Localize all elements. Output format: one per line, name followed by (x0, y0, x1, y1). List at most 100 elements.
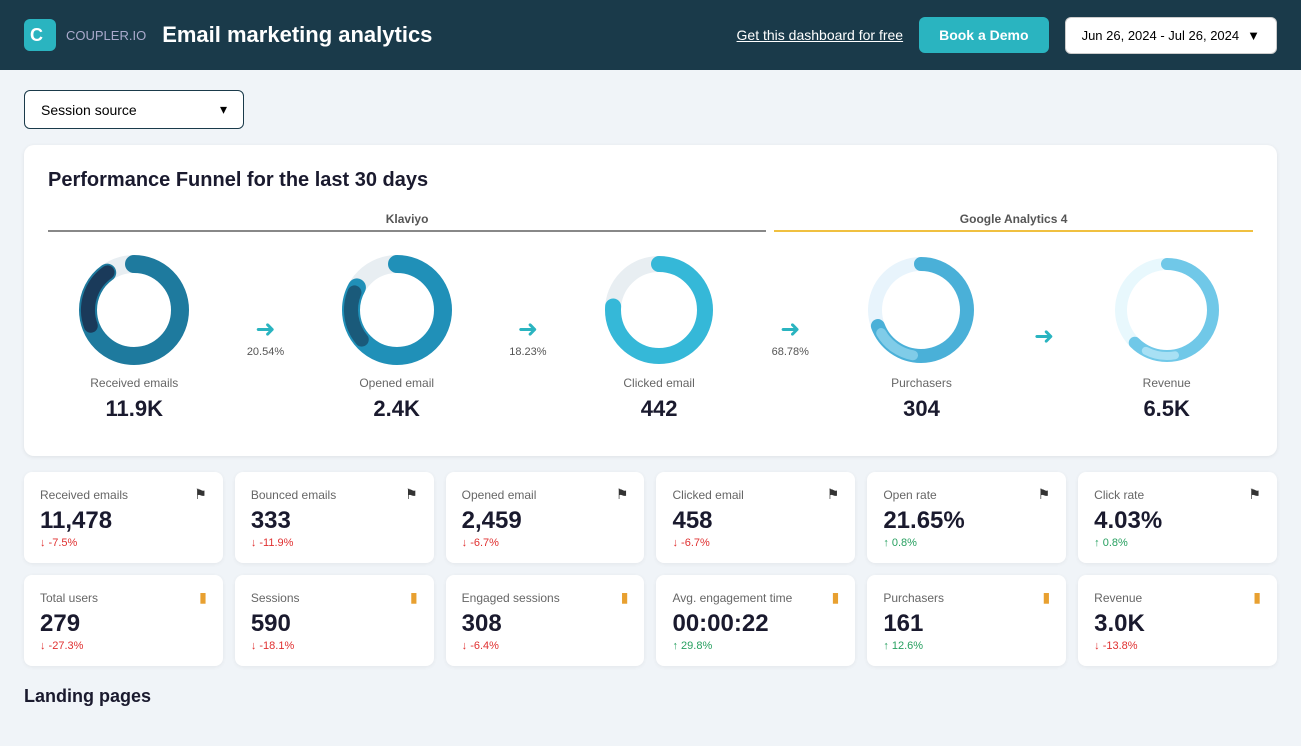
funnel-item-purchasers: Purchasers 304 (861, 250, 981, 422)
metric-header-4: Purchasers ▮ (883, 589, 1050, 606)
metric-label-4: Open rate (883, 488, 936, 502)
metric-value-2: 2,459 (462, 507, 629, 535)
metric-card-1: Sessions ▮ 590 ↓ -18.1% (235, 575, 434, 666)
metric-card-1: Bounced emails ⚑ 333 ↓ -11.9% (235, 472, 434, 563)
metric-header-2: Engaged sessions ▮ (462, 589, 629, 606)
session-source-dropdown[interactable]: Session source ▾ (24, 90, 244, 129)
metric-change-1: ↓ -11.9% (251, 537, 418, 549)
funnel-items-container: Received emails 11.9K ➜ 20.54% Opened em… (48, 240, 1253, 432)
metric-change-0: ↓ -7.5% (40, 537, 207, 549)
metric-change-5: ↑ 0.8% (1094, 537, 1261, 549)
ga4-source-label: Google Analytics 4 (774, 212, 1253, 232)
metric-card-3: Clicked email ⚑ 458 ↓ -6.7% (656, 472, 855, 563)
funnel-label-opened: Opened email (359, 376, 434, 390)
arrow-right-icon-2: ➜ (518, 315, 538, 344)
metric-label-0: Total users (40, 591, 98, 605)
date-range-value: Jun 26, 2024 - Jul 26, 2024 (1082, 28, 1240, 43)
metric-change-4: ↑ 12.6% (883, 640, 1050, 652)
metric-change-0: ↓ -27.3% (40, 640, 207, 652)
metrics-row-1: Received emails ⚑ 11,478 ↓ -7.5% Bounced… (24, 472, 1277, 563)
metric-value-3: 458 (672, 507, 839, 535)
metric-card-0: Total users ▮ 279 ↓ -27.3% (24, 575, 223, 666)
metric-header-1: Sessions ▮ (251, 589, 418, 606)
metric-label-5: Click rate (1094, 488, 1144, 502)
metric-header-5: Revenue ▮ (1094, 589, 1261, 606)
funnel-value-opened: 2.4K (373, 396, 419, 422)
metric-change-2: ↓ -6.4% (462, 640, 629, 652)
metric-header-3: Clicked email ⚑ (672, 486, 839, 503)
funnel-sources: Klaviyo Google Analytics 4 (48, 212, 1253, 232)
funnel-pct-1: 20.54% (247, 346, 284, 358)
donut-revenue (1107, 250, 1227, 370)
funnel-item-received: Received emails 11.9K (74, 250, 194, 422)
funnel-value-received: 11.9K (106, 396, 164, 422)
funnel-label-received: Received emails (90, 376, 178, 390)
metric-label-3: Clicked email (672, 488, 743, 502)
logo-text: COUPLER.IO (66, 28, 146, 43)
metric-value-1: 590 (251, 610, 418, 638)
metric-card-2: Engaged sessions ▮ 308 ↓ -6.4% (446, 575, 645, 666)
metric-icon-4: ⚑ (1038, 486, 1051, 503)
metric-header-0: Received emails ⚑ (40, 486, 207, 503)
landing-pages-section: Landing pages (24, 678, 1277, 711)
metric-label-4: Purchasers (883, 591, 944, 605)
session-source-label: Session source (41, 102, 137, 118)
metric-header-0: Total users ▮ (40, 589, 207, 606)
metric-card-3: Avg. engagement time ▮ 00:00:22 ↑ 29.8% (656, 575, 855, 666)
metric-label-3: Avg. engagement time (672, 591, 792, 605)
date-range-picker[interactable]: Jun 26, 2024 - Jul 26, 2024 ▼ (1065, 17, 1277, 54)
metric-card-5: Revenue ▮ 3.0K ↓ -13.8% (1078, 575, 1277, 666)
metric-icon-5: ⚑ (1248, 486, 1261, 503)
metric-icon-2: ⚑ (616, 486, 629, 503)
funnel-arrow-4: ➜ (1034, 322, 1054, 351)
metric-card-5: Click rate ⚑ 4.03% ↑ 0.8% (1078, 472, 1277, 563)
funnel-pct-2: 18.23% (509, 346, 546, 358)
donut-received (74, 250, 194, 370)
metric-label-1: Sessions (251, 591, 300, 605)
metric-change-3: ↑ 29.8% (672, 640, 839, 652)
arrow-right-icon-4: ➜ (1034, 322, 1054, 351)
arrow-right-icon-3: ➜ (780, 315, 800, 344)
metric-value-5: 4.03% (1094, 507, 1261, 535)
book-demo-button[interactable]: Book a Demo (919, 17, 1048, 53)
logo-area: C COUPLER.IO (24, 19, 146, 51)
chevron-down-icon: ▼ (1247, 28, 1260, 43)
metric-icon-5: ▮ (1253, 589, 1261, 606)
metric-label-2: Opened email (462, 488, 537, 502)
metric-label-2: Engaged sessions (462, 591, 560, 605)
metric-value-0: 279 (40, 610, 207, 638)
donut-clicked (599, 250, 719, 370)
metric-header-4: Open rate ⚑ (883, 486, 1050, 503)
dashboard-free-link[interactable]: Get this dashboard for free (737, 27, 904, 43)
funnel-value-clicked: 442 (641, 396, 678, 422)
metric-value-1: 333 (251, 507, 418, 535)
funnel-item-clicked: Clicked email 442 (599, 250, 719, 422)
metric-icon-4: ▮ (1042, 589, 1050, 606)
funnel-pct-3: 68.78% (772, 346, 809, 358)
metric-header-1: Bounced emails ⚑ (251, 486, 418, 503)
metrics-row-2: Total users ▮ 279 ↓ -27.3% Sessions ▮ 59… (24, 575, 1277, 666)
metric-icon-1: ▮ (410, 589, 418, 606)
metric-change-1: ↓ -18.1% (251, 640, 418, 652)
main-content: Session source ▾ Performance Funnel for … (0, 70, 1301, 731)
funnel-value-revenue: 6.5K (1143, 396, 1189, 422)
metric-icon-3: ⚑ (827, 486, 840, 503)
metric-change-2: ↓ -6.7% (462, 537, 629, 549)
arrow-right-icon-1: ➜ (255, 315, 275, 344)
coupler-logo-icon: C (24, 19, 56, 51)
funnel-item-revenue: Revenue 6.5K (1107, 250, 1227, 422)
page-title: Email marketing analytics (162, 22, 720, 48)
funnel-arrow-3: ➜ 68.78% (772, 315, 809, 358)
metric-icon-3: ▮ (832, 589, 840, 606)
metric-label-0: Received emails (40, 488, 128, 502)
donut-purchasers (861, 250, 981, 370)
metric-header-2: Opened email ⚑ (462, 486, 629, 503)
funnel-arrow-2: ➜ 18.23% (509, 315, 546, 358)
metric-change-5: ↓ -13.8% (1094, 640, 1261, 652)
metric-change-3: ↓ -6.7% (672, 537, 839, 549)
metric-header-5: Click rate ⚑ (1094, 486, 1261, 503)
metric-card-4: Purchasers ▮ 161 ↑ 12.6% (867, 575, 1066, 666)
donut-opened (337, 250, 457, 370)
funnel-item-opened: Opened email 2.4K (337, 250, 457, 422)
metric-card-4: Open rate ⚑ 21.65% ↑ 0.8% (867, 472, 1066, 563)
